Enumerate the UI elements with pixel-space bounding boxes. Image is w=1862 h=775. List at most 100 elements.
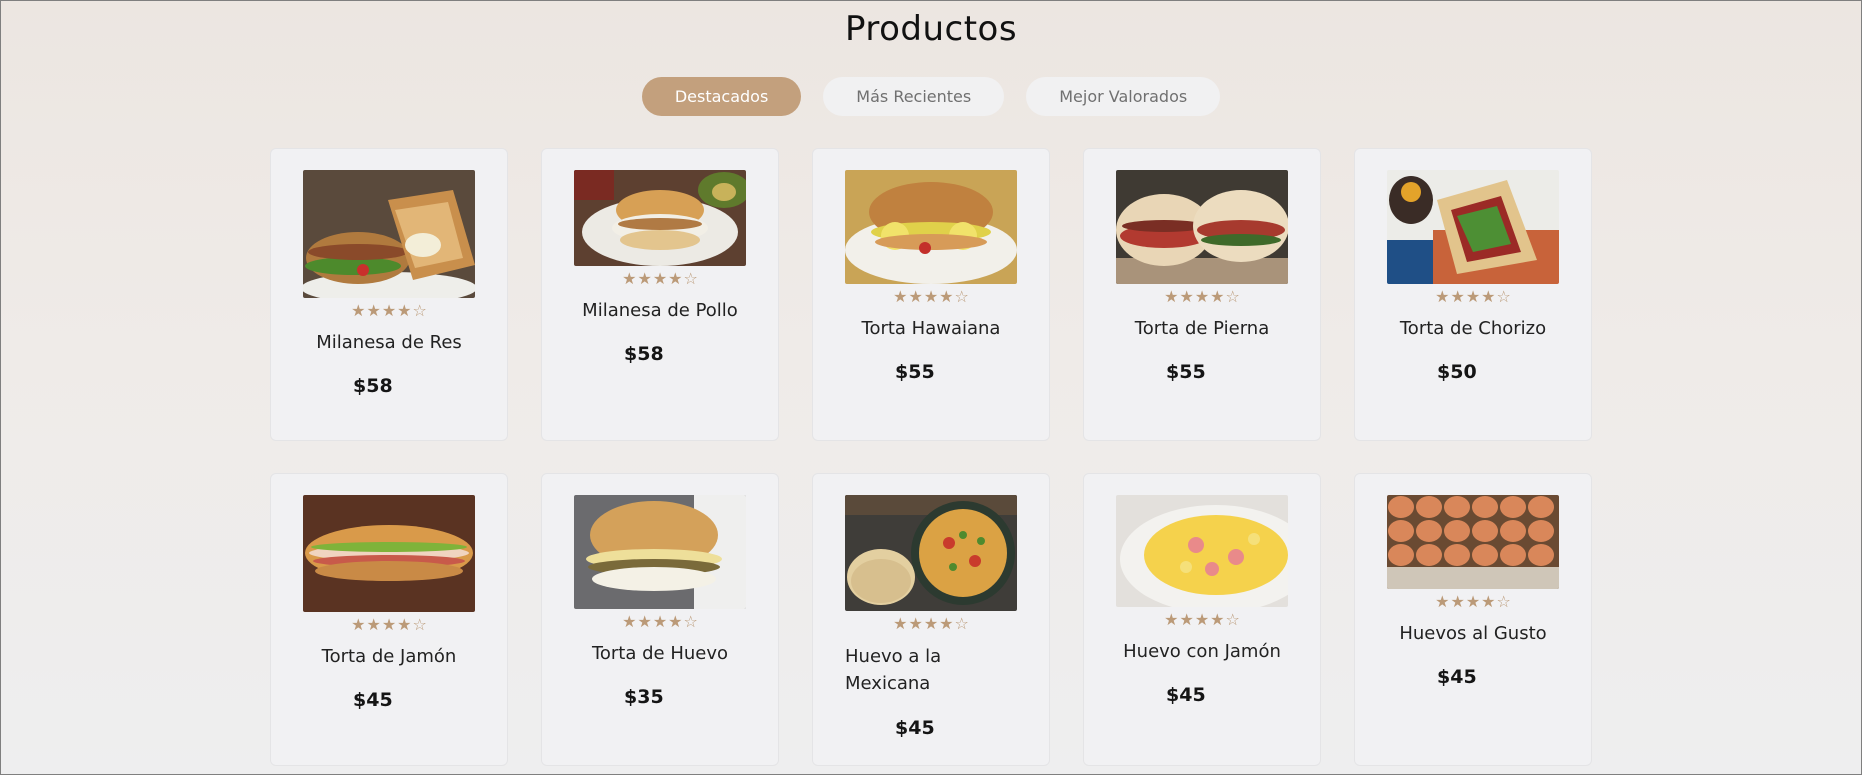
product-price: $45 — [1437, 666, 1477, 688]
product-image[interactable] — [845, 495, 1017, 611]
rating-stars: ★ ★ ★ ★ ☆ — [574, 270, 746, 288]
page-title: Productos — [844, 9, 1018, 49]
filter-tabs: Destacados Más Recientes Mejor Valorados — [1, 77, 1861, 116]
star-filled-icon: ★ — [622, 612, 637, 631]
product-card-huevo-a-la-mexicana[interactable]: ★ ★ ★ ★ ☆ Huevo a la Mexicana $45 — [812, 473, 1050, 766]
star-filled-icon: ★ — [351, 301, 366, 320]
product-card-milanesa-de-pollo[interactable]: ★ ★ ★ ★ ☆ Milanesa de Pollo $58 — [541, 148, 779, 441]
star-filled-icon: ★ — [1164, 610, 1179, 629]
star-filled-icon: ★ — [1481, 592, 1496, 611]
star-empty-icon: ☆ — [1225, 287, 1240, 306]
star-filled-icon: ★ — [366, 615, 381, 634]
product-name: Huevo a la Mexicana — [845, 646, 942, 694]
product-grid: ★ ★ ★ ★ ☆ Milanesa de Res $58 ★ ★ ★ ★ ☆ … — [270, 148, 1592, 766]
star-filled-icon: ★ — [923, 614, 939, 633]
product-price: $45 — [1166, 684, 1206, 706]
star-filled-icon: ★ — [1179, 287, 1194, 306]
product-price: $58 — [624, 343, 664, 365]
rating-stars: ★ ★ ★ ★ ☆ — [845, 288, 1017, 306]
tab-mas-recientes[interactable]: Más Recientes — [823, 77, 1005, 116]
tab-destacados[interactable]: Destacados — [641, 77, 802, 116]
star-filled-icon: ★ — [637, 612, 652, 631]
product-price: $45 — [353, 689, 393, 711]
product-price: $55 — [1166, 361, 1206, 383]
product-image[interactable] — [303, 170, 475, 298]
product-price: $50 — [1437, 361, 1477, 383]
star-filled-icon: ★ — [622, 269, 637, 288]
star-filled-icon: ★ — [923, 287, 939, 306]
product-name: Huevo con Jamón — [1123, 641, 1281, 662]
star-filled-icon: ★ — [1450, 592, 1465, 611]
star-empty-icon: ☆ — [954, 287, 969, 306]
product-name: Torta Hawaiana — [861, 318, 1001, 339]
product-card-milanesa-de-res[interactable]: ★ ★ ★ ★ ☆ Milanesa de Res $58 — [270, 148, 508, 441]
star-filled-icon: ★ — [351, 615, 366, 634]
product-price: $55 — [895, 361, 935, 383]
star-filled-icon: ★ — [1179, 610, 1194, 629]
product-image[interactable] — [1387, 170, 1559, 284]
tab-mejor-valorados[interactable]: Mejor Valorados — [1026, 77, 1221, 116]
product-card-huevos-al-gusto[interactable]: ★ ★ ★ ★ ☆ Huevos al Gusto $45 — [1354, 473, 1592, 766]
product-card-huevo-con-jamon[interactable]: ★ ★ ★ ★ ☆ Huevo con Jamón $45 — [1083, 473, 1321, 766]
star-filled-icon: ★ — [939, 287, 954, 306]
product-name: Torta de Huevo — [591, 643, 729, 664]
star-filled-icon: ★ — [908, 287, 923, 306]
star-filled-icon: ★ — [668, 269, 683, 288]
star-empty-icon: ☆ — [954, 614, 969, 633]
star-filled-icon: ★ — [908, 614, 923, 633]
product-image[interactable] — [1116, 495, 1288, 607]
star-filled-icon: ★ — [893, 287, 908, 306]
product-name: Torta de Pierna — [1134, 318, 1270, 339]
star-filled-icon: ★ — [1465, 592, 1481, 611]
star-filled-icon: ★ — [397, 615, 412, 634]
product-card-torta-de-pierna[interactable]: ★ ★ ★ ★ ☆ Torta de Pierna $55 — [1083, 148, 1321, 441]
star-filled-icon: ★ — [397, 301, 412, 320]
product-image[interactable] — [303, 495, 475, 612]
rating-stars: ★ ★ ★ ★ ☆ — [1116, 611, 1288, 629]
product-name: Milanesa de Res — [316, 332, 462, 353]
star-filled-icon: ★ — [652, 269, 668, 288]
product-image[interactable] — [574, 170, 746, 266]
product-name: Milanesa de Pollo — [582, 300, 738, 321]
product-card-torta-de-chorizo[interactable]: ★ ★ ★ ★ ☆ Torta de Chorizo $50 — [1354, 148, 1592, 441]
star-filled-icon: ★ — [1450, 287, 1465, 306]
product-image[interactable] — [574, 495, 746, 609]
rating-stars: ★ ★ ★ ★ ☆ — [845, 615, 1017, 633]
rating-stars: ★ ★ ★ ★ ☆ — [303, 302, 475, 320]
star-filled-icon: ★ — [1481, 287, 1496, 306]
product-price: $35 — [624, 686, 664, 708]
star-filled-icon: ★ — [1164, 287, 1179, 306]
product-name: Torta de Jamón — [321, 646, 457, 667]
product-image[interactable] — [845, 170, 1017, 284]
star-filled-icon: ★ — [1435, 287, 1450, 306]
star-empty-icon: ☆ — [1496, 592, 1511, 611]
star-filled-icon: ★ — [381, 301, 397, 320]
star-filled-icon: ★ — [366, 301, 381, 320]
star-empty-icon: ☆ — [1496, 287, 1511, 306]
product-image[interactable] — [1116, 170, 1288, 284]
star-empty-icon: ☆ — [683, 269, 698, 288]
product-price: $58 — [353, 375, 393, 397]
product-name: Huevos al Gusto — [1399, 623, 1547, 644]
star-empty-icon: ☆ — [412, 615, 427, 634]
star-filled-icon: ★ — [1435, 592, 1450, 611]
rating-stars: ★ ★ ★ ★ ☆ — [1387, 288, 1559, 306]
rating-stars: ★ ★ ★ ★ ☆ — [1387, 593, 1559, 611]
star-empty-icon: ☆ — [1225, 610, 1240, 629]
star-filled-icon: ★ — [1210, 610, 1225, 629]
star-empty-icon: ☆ — [412, 301, 427, 320]
product-card-torta-de-jamon[interactable]: ★ ★ ★ ★ ☆ Torta de Jamón $45 — [270, 473, 508, 766]
star-empty-icon: ☆ — [683, 612, 698, 631]
star-filled-icon: ★ — [939, 614, 954, 633]
star-filled-icon: ★ — [1465, 287, 1481, 306]
star-filled-icon: ★ — [652, 612, 668, 631]
rating-stars: ★ ★ ★ ★ ☆ — [1116, 288, 1288, 306]
rating-stars: ★ ★ ★ ★ ☆ — [574, 613, 746, 631]
product-card-torta-hawaiana[interactable]: ★ ★ ★ ★ ☆ Torta Hawaiana $55 — [812, 148, 1050, 441]
product-name: Torta de Chorizo — [1399, 318, 1547, 339]
product-image[interactable] — [1387, 495, 1559, 589]
product-card-torta-de-huevo[interactable]: ★ ★ ★ ★ ☆ Torta de Huevo $35 — [541, 473, 779, 766]
star-filled-icon: ★ — [1210, 287, 1225, 306]
star-filled-icon: ★ — [381, 615, 397, 634]
star-filled-icon: ★ — [1194, 610, 1210, 629]
